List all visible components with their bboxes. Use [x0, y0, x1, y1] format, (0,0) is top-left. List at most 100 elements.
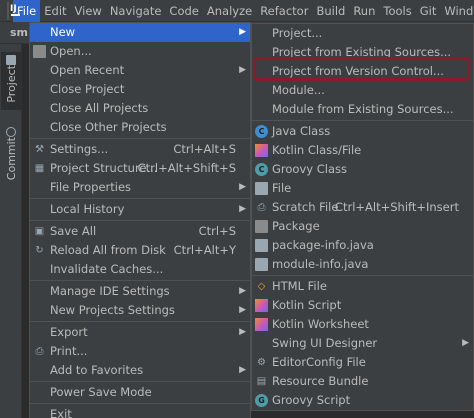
new-item-groovy-script[interactable]: G Groovy Script: [252, 391, 473, 410]
new-item-label: Java Class: [272, 124, 331, 138]
file-item-file-properties[interactable]: File Properties ▶: [30, 178, 250, 197]
new-item-label: Kotlin Class/File: [272, 143, 362, 157]
intellij-logo-icon: [7, 1, 20, 20]
file-item-export[interactable]: Export ▶: [30, 323, 250, 342]
new-item-kotlin-worksheet[interactable]: Kotlin Worksheet: [252, 315, 473, 334]
file-item-label: Add to Favorites: [50, 363, 144, 377]
menu-analyze[interactable]: Analyze: [203, 0, 256, 22]
gear-icon: ⚙: [257, 357, 266, 368]
file-item-label: Settings...: [50, 142, 109, 156]
folder-open-icon: [33, 45, 46, 58]
shortcut-label: Ctrl+Alt+S: [173, 142, 236, 156]
menu-bar: FileEditViewNavigateCodeAnalyzeRefactorB…: [0, 0, 474, 22]
file-item-label: Local History: [50, 202, 125, 216]
file-item-print[interactable]: ⎙ Print...: [30, 342, 250, 361]
file-item-new[interactable]: New ▶: [30, 23, 250, 42]
file-item-label: Open...: [50, 44, 92, 58]
file-item-new-projects-settings[interactable]: New Projects Settings ▶: [30, 301, 250, 320]
file-item-add-to-favorites[interactable]: Add to Favorites ▶: [30, 361, 250, 380]
menu-separator: [30, 198, 250, 199]
file-item-invalidate-caches[interactable]: Invalidate Caches...: [30, 260, 250, 279]
file-item-label: Export: [50, 325, 88, 339]
menu-separator: [252, 120, 473, 121]
submenu-arrow-icon: ▶: [239, 305, 246, 315]
commit-icon: [6, 127, 16, 137]
kotlin-worksheet-icon: [255, 318, 268, 331]
submenu-arrow-icon: ▶: [239, 365, 246, 375]
new-item-editorconfig-file[interactable]: ⚙ EditorConfig File: [252, 353, 473, 372]
new-item-label: Groovy Class: [272, 162, 347, 176]
file-item-label: Exit: [50, 407, 72, 418]
submenu-arrow-icon: ▶: [239, 327, 246, 337]
new-item-java-class[interactable]: C Java Class: [252, 122, 473, 141]
file-item-close-other-projects[interactable]: Close Other Projects: [30, 118, 250, 137]
project-name-fragment: sm: [10, 26, 29, 39]
commit-tool-label: Commit: [4, 137, 18, 181]
menu-navigate[interactable]: Navigate: [106, 0, 166, 22]
new-item-resource-bundle[interactable]: ▤ Resource Bundle: [252, 372, 473, 391]
file-item-close-all-projects[interactable]: Close All Projects: [30, 99, 250, 118]
new-item-swing-ui-designer[interactable]: Swing UI Designer ▶: [252, 334, 473, 353]
new-item-package[interactable]: Package: [252, 217, 473, 236]
menu-build[interactable]: Build: [312, 0, 349, 22]
groovy-script-icon: G: [255, 394, 268, 407]
menu-separator: [30, 220, 250, 221]
menu-separator: [30, 381, 250, 382]
shortcut-label: Ctrl+Alt+Shift+S: [137, 161, 236, 175]
new-item-kotlin-script[interactable]: Kotlin Script: [252, 296, 473, 315]
file-item-power-save-mode[interactable]: Power Save Mode: [30, 383, 250, 402]
file-item-label: Save All: [50, 224, 97, 238]
file-item-manage-ide-settings[interactable]: Manage IDE Settings ▶: [30, 282, 250, 301]
scratch-file-icon: ⎙: [257, 202, 266, 213]
new-item-module[interactable]: Module...: [252, 81, 473, 100]
menu-separator: [30, 321, 250, 322]
menu-file[interactable]: File: [13, 0, 41, 22]
project-tool-tab[interactable]: Project: [1, 52, 21, 110]
file-item-reload-all-from-disk[interactable]: ↻ Reload All from Disk Ctrl+Alt+Y: [30, 241, 250, 260]
new-item-module-from-existing-sources[interactable]: Module from Existing Sources...: [252, 100, 473, 119]
new-item-groovy-class[interactable]: C Groovy Class: [252, 160, 473, 179]
menu-tools[interactable]: Tools: [379, 0, 415, 22]
file-item-local-history[interactable]: Local History ▶: [30, 200, 250, 219]
new-item-label: File: [272, 181, 292, 195]
new-item-file[interactable]: File: [252, 179, 473, 198]
new-item-html-file[interactable]: ◇ HTML File: [252, 277, 473, 296]
commit-tool-tab[interactable]: Commit: [1, 124, 21, 184]
new-item-label: Project from Existing Sources...: [272, 45, 452, 59]
new-item-label: Kotlin Worksheet: [272, 317, 369, 331]
file-item-label: Print...: [50, 344, 88, 358]
menu-code[interactable]: Code: [165, 0, 202, 22]
shortcut-label: Ctrl+S: [198, 224, 236, 238]
new-item-label: EditorConfig File: [272, 355, 366, 369]
new-item-label: Project...: [272, 26, 323, 40]
new-item-label: Kotlin Script: [272, 298, 342, 312]
new-item-scratch-file[interactable]: ⎙ Scratch File Ctrl+Alt+Shift+Insert: [252, 198, 473, 217]
groovy-class-icon: C: [255, 163, 268, 176]
new-item-label: Module from Existing Sources...: [272, 102, 454, 116]
file-item-close-project[interactable]: Close Project: [30, 80, 250, 99]
file-item-save-all[interactable]: ▣ Save All Ctrl+S: [30, 222, 250, 241]
file-item-open-recent[interactable]: Open Recent ▶: [30, 61, 250, 80]
file-item-open[interactable]: Open...: [30, 42, 250, 61]
resource-bundle-icon: ▤: [256, 376, 267, 387]
submenu-arrow-icon: ▶: [239, 65, 246, 75]
menu-view[interactable]: View: [71, 0, 106, 22]
new-item-module-info-java[interactable]: module-info.java: [252, 255, 473, 274]
menu-refactor[interactable]: Refactor: [256, 0, 312, 22]
menu-edit[interactable]: Edit: [40, 0, 70, 22]
menu-run[interactable]: Run: [349, 0, 379, 22]
kotlin-script-icon: [255, 299, 268, 312]
file-item-settings[interactable]: ⚒ Settings... Ctrl+Alt+S: [30, 140, 250, 159]
menu-window[interactable]: Window: [440, 0, 474, 22]
new-item-project-from-existing-sources[interactable]: Project from Existing Sources...: [252, 43, 473, 62]
file-item-project-structure[interactable]: ▦ Project Structure... Ctrl+Alt+Shift+S: [30, 159, 250, 178]
new-item-label: Scratch File: [272, 200, 339, 214]
menu-git[interactable]: Git: [416, 0, 441, 22]
menu-separator: [30, 280, 250, 281]
file-item-label: New: [50, 25, 76, 39]
new-item-package-info-java[interactable]: package-info.java: [252, 236, 473, 255]
new-item-project-from-version-control[interactable]: Project from Version Control...: [252, 62, 473, 81]
new-item-project[interactable]: Project...: [252, 24, 473, 43]
file-item-exit[interactable]: Exit: [30, 405, 250, 418]
new-item-kotlin-class-file[interactable]: Kotlin Class/File: [252, 141, 473, 160]
